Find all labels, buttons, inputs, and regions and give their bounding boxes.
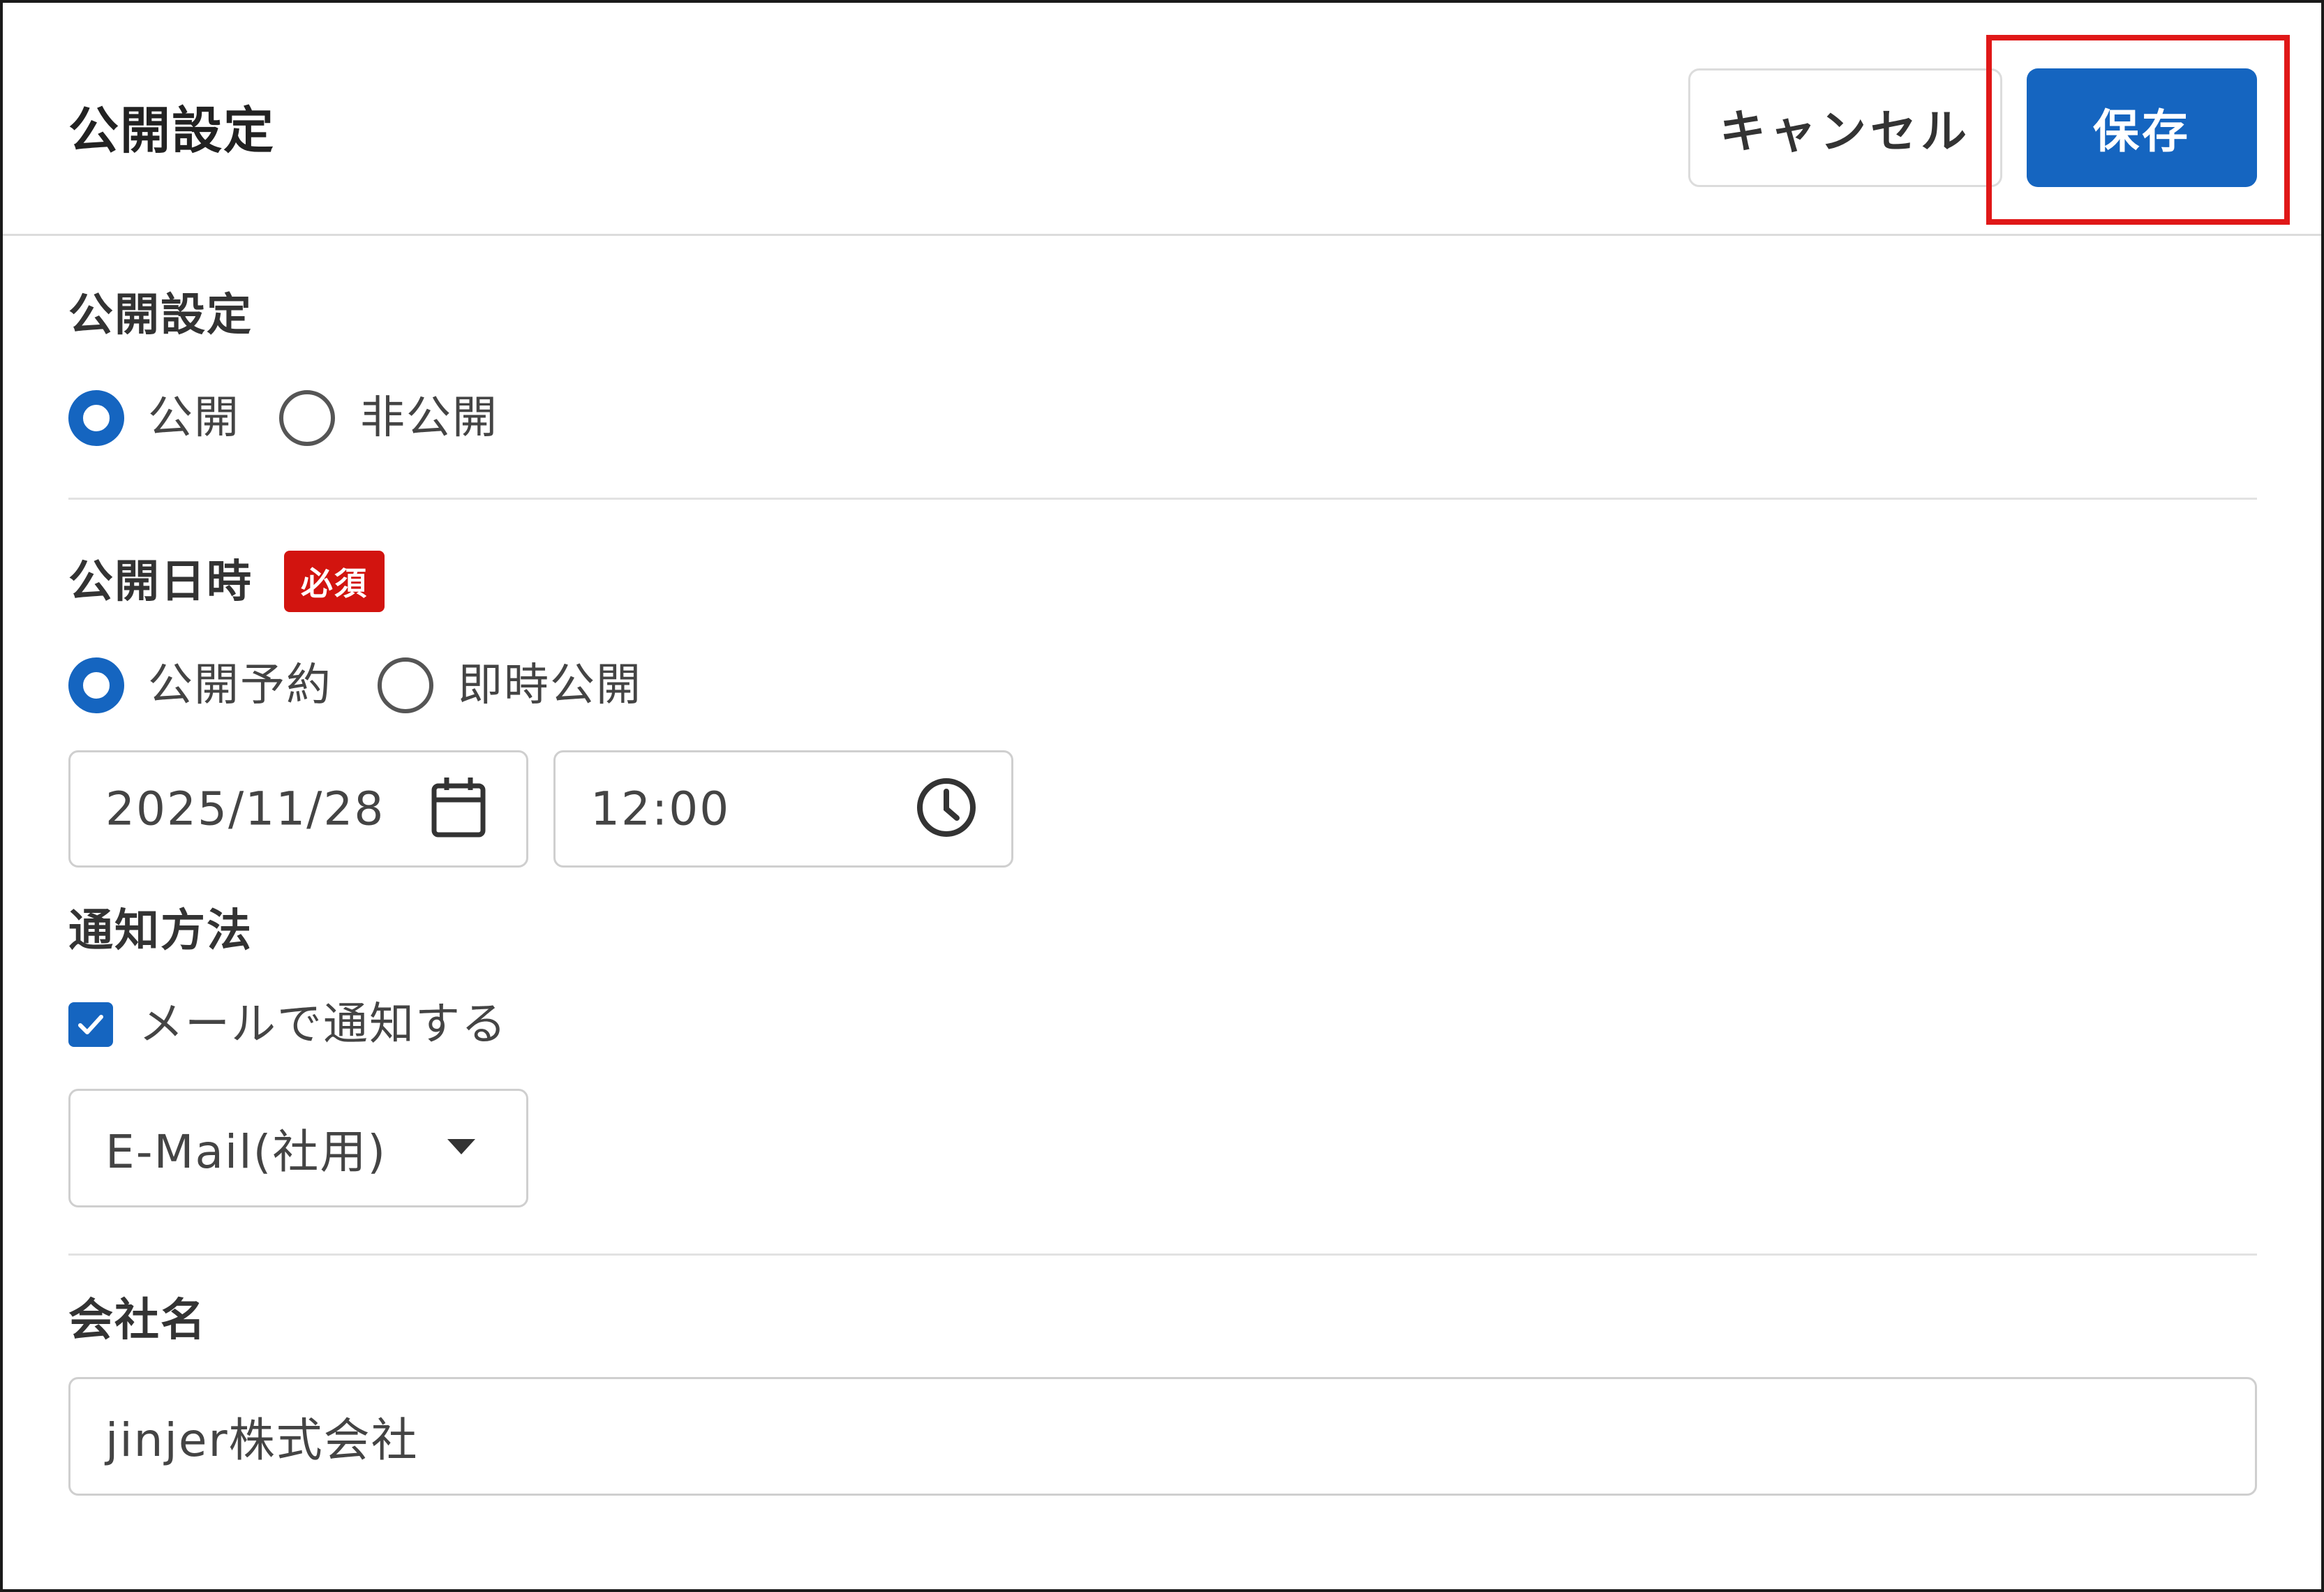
radio-private-label[interactable]: 非公開 bbox=[360, 390, 498, 446]
notification-method-value: E-Mail(社用) bbox=[105, 1125, 387, 1179]
date-value: 2025/11/28 bbox=[105, 782, 385, 836]
panel-header: 公開設定 キャンセル 保存 bbox=[3, 3, 2321, 236]
visibility-label: 公開設定 bbox=[68, 290, 253, 341]
check-icon bbox=[78, 1015, 103, 1034]
publish-datetime-label: 公開日時 bbox=[68, 556, 253, 608]
time-field[interactable]: 12:00 bbox=[553, 750, 1013, 868]
radio-public[interactable] bbox=[68, 390, 124, 446]
highlight-annotation bbox=[1986, 35, 2290, 225]
date-field[interactable]: 2025/11/28 bbox=[68, 750, 528, 868]
caret-down-icon bbox=[445, 1136, 478, 1160]
radio-scheduled-label[interactable]: 公開予約 bbox=[148, 657, 332, 713]
notification-label: 通知方法 bbox=[68, 905, 253, 957]
divider bbox=[68, 1253, 2257, 1256]
clock-icon[interactable] bbox=[915, 776, 978, 842]
time-value: 12:00 bbox=[590, 782, 731, 836]
calendar-icon[interactable] bbox=[430, 776, 487, 842]
company-label: 会社名 bbox=[68, 1295, 207, 1346]
cancel-button[interactable]: キャンセル bbox=[1688, 68, 2002, 187]
radio-immediate[interactable] bbox=[378, 657, 433, 713]
publish-settings-panel: 公開設定 キャンセル 保存 公開設定 公開 非公開 公開日時 必須 公開予約 即… bbox=[0, 0, 2324, 1592]
company-name-value: jinjer株式会社 bbox=[105, 1413, 419, 1467]
divider bbox=[68, 498, 2257, 500]
radio-public-label[interactable]: 公開 bbox=[148, 390, 240, 446]
required-badge: 必須 bbox=[284, 551, 385, 612]
company-name-input[interactable]: jinjer株式会社 bbox=[68, 1377, 2257, 1496]
page-title: 公開設定 bbox=[68, 101, 276, 160]
radio-private[interactable] bbox=[279, 390, 335, 446]
email-checkbox-label[interactable]: メールで通知する bbox=[139, 997, 507, 1052]
radio-scheduled[interactable] bbox=[68, 657, 124, 713]
notification-method-select[interactable]: E-Mail(社用) bbox=[68, 1089, 528, 1207]
email-checkbox[interactable] bbox=[68, 1002, 113, 1047]
radio-immediate-label[interactable]: 即時公開 bbox=[458, 657, 642, 713]
